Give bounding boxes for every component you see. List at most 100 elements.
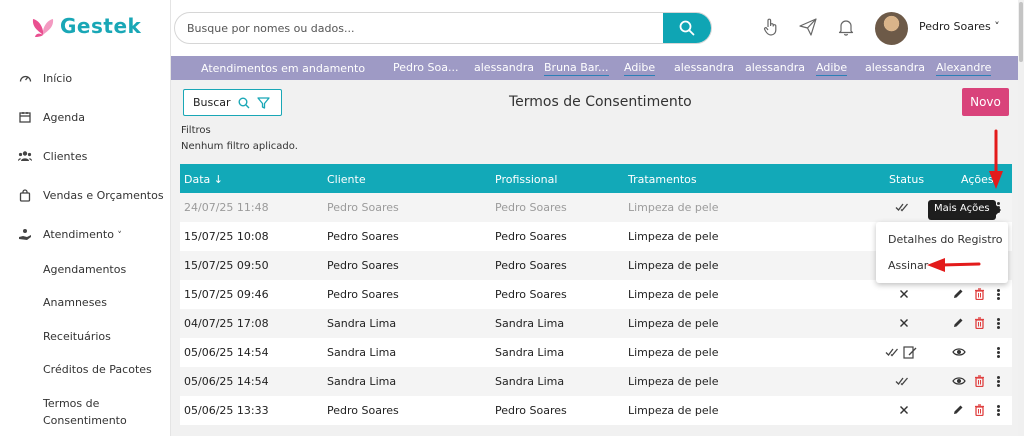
cell-treatment: Limpeza de pele xyxy=(628,230,719,243)
hand-service-icon xyxy=(18,227,32,241)
sidebar-item-atendimento[interactable]: Atendimento ˅ xyxy=(0,221,171,247)
send-icon[interactable] xyxy=(798,17,818,37)
delete-trash-icon[interactable] xyxy=(972,287,986,301)
cell-date: 15/07/25 09:50 xyxy=(184,259,269,272)
cell-professional: Sandra Lima xyxy=(495,375,565,388)
page-scrollbar[interactable] xyxy=(1018,0,1024,436)
delete-trash-icon[interactable] xyxy=(972,374,986,388)
cell-date: 24/07/25 11:48 xyxy=(184,201,269,214)
filters-label: Filtros xyxy=(181,125,211,136)
column-header-status: Status xyxy=(889,173,925,186)
cell-date: 05/06/25 14:54 xyxy=(184,346,269,359)
sidebar-item-clientes[interactable]: Clientes xyxy=(0,143,171,169)
attendance-chip[interactable]: Pedro Soa... xyxy=(393,61,458,74)
more-actions-tooltip: Mais Ações xyxy=(928,200,1001,220)
edit-pencil-icon[interactable] xyxy=(951,316,965,330)
cell-professional: Sandra Lima xyxy=(495,317,565,330)
close-icon xyxy=(896,287,912,301)
table-row[interactable]: 05/06/25 14:54 Sandra Lima Sandra Lima Limp… xyxy=(180,367,1012,396)
row-actions-menu: Detalhes do Registro Assinar xyxy=(876,222,1008,283)
search-icon xyxy=(238,97,250,108)
edit-pencil-icon[interactable] xyxy=(951,403,965,417)
table-row[interactable]: 15/07/25 09:46 Pedro Soares Pedro Soares Li… xyxy=(180,280,1012,309)
scrollbar-thumb[interactable] xyxy=(1019,2,1023,62)
sidebar-item-agenda[interactable]: Agenda xyxy=(0,104,171,130)
filter-icon xyxy=(256,96,270,109)
cell-date: 05/06/25 13:33 xyxy=(184,404,269,417)
search-button[interactable] xyxy=(663,13,711,43)
bell-icon[interactable] xyxy=(836,17,856,37)
more-actions-icon[interactable] xyxy=(994,345,1002,360)
attendance-chip[interactable]: alessandra xyxy=(865,61,925,74)
more-actions-icon[interactable] xyxy=(994,374,1002,389)
new-button[interactable]: Novo xyxy=(962,88,1009,116)
sidebar-subitem-termos-consentimento[interactable]: Termos de Consentimento xyxy=(43,395,127,429)
table-row[interactable]: 24/07/25 11:48 Pedro Soares Pedro Soares Li… xyxy=(180,193,1012,222)
top-bar: Pedro Soares ˅ xyxy=(171,0,1024,56)
search-filter-label: Buscar xyxy=(193,96,231,109)
attendance-chip[interactable]: Alexandre xyxy=(936,61,992,76)
view-icon[interactable] xyxy=(952,345,966,359)
edit-pencil-icon[interactable] xyxy=(951,287,965,301)
cell-treatment: Limpeza de pele xyxy=(628,346,719,359)
cell-professional: Pedro Soares xyxy=(495,201,567,214)
cell-date: 15/07/25 10:08 xyxy=(184,230,269,243)
logo[interactable]: Gestek xyxy=(30,13,141,39)
column-header-date[interactable]: Data ↓ xyxy=(184,173,223,186)
cell-treatment: Limpeza de pele xyxy=(628,259,719,272)
search-input[interactable] xyxy=(175,13,665,43)
sidebar-item-label: Vendas e Orçamentos xyxy=(43,188,164,202)
hand-pointer-icon[interactable] xyxy=(761,17,781,37)
cell-professional: Pedro Soares xyxy=(495,288,567,301)
avatar[interactable] xyxy=(875,12,908,45)
sidebar-subitem-anamneses[interactable]: Anamneses xyxy=(43,294,107,311)
sidebar-item-vendas[interactable]: Vendas e Orçamentos xyxy=(0,182,171,208)
sidebar-item-inicio[interactable]: Início xyxy=(0,65,171,91)
user-menu-toggle[interactable]: Pedro Soares ˅ xyxy=(919,20,1000,33)
annotation-arrow-left xyxy=(927,258,981,272)
cell-professional: Pedro Soares xyxy=(495,404,567,417)
attendance-chip[interactable]: Adibe xyxy=(624,61,656,76)
table-row[interactable]: 04/07/25 17:08 Sandra Lima Sandra Lima Limp… xyxy=(180,309,1012,338)
sidebar-subitem-creditos-pacotes[interactable]: Créditos de Pacotes xyxy=(43,361,152,378)
cell-treatment: Limpeza de pele xyxy=(628,317,719,330)
delete-trash-icon[interactable] xyxy=(972,316,986,330)
delete-trash-icon[interactable] xyxy=(972,403,986,417)
cell-treatment: Limpeza de pele xyxy=(628,201,719,214)
double-check-icon xyxy=(884,345,900,359)
cell-client: Pedro Soares xyxy=(327,259,399,272)
cell-client: Pedro Soares xyxy=(327,404,399,417)
table-row[interactable]: 05/06/25 13:33 Pedro Soares Pedro Soares Li… xyxy=(180,396,1012,425)
close-icon xyxy=(896,403,912,417)
table-header: Data ↓ Cliente Profissional Tratamentos … xyxy=(180,164,1012,193)
attendance-chip[interactable]: alessandra xyxy=(745,61,805,74)
table-row[interactable]: 05/06/25 14:54 Sandra Lima Sandra Lima Limp… xyxy=(180,338,1012,367)
sidebar-subitem-agendamentos[interactable]: Agendamentos xyxy=(43,261,126,278)
cell-treatment: Limpeza de pele xyxy=(628,404,719,417)
cell-date: 15/07/25 09:46 xyxy=(184,288,269,301)
double-check-icon xyxy=(894,200,910,214)
column-header-client: Cliente xyxy=(327,173,366,186)
attendances-in-progress-bar: Atendimentos em andamento Pedro Soa... a… xyxy=(171,56,1018,80)
view-icon[interactable] xyxy=(952,374,966,388)
calendar-icon xyxy=(18,110,32,124)
column-header-professional: Profissional xyxy=(495,173,558,186)
sidebar-subitem-label-line2: Consentimento xyxy=(43,414,127,427)
attendance-chip[interactable]: Bruna Bar... xyxy=(544,61,609,76)
attendance-chip[interactable]: Adibe xyxy=(816,61,848,76)
sidebar-subitem-receituarios[interactable]: Receituários xyxy=(43,328,111,345)
more-actions-icon[interactable] xyxy=(994,287,1002,302)
double-check-icon xyxy=(894,374,910,388)
attendances-title: Atendimentos em andamento xyxy=(201,62,366,75)
cell-client: Sandra Lima xyxy=(327,317,397,330)
search-filter-button[interactable]: Buscar xyxy=(183,89,282,116)
more-actions-icon[interactable] xyxy=(994,316,1002,331)
attendance-chip[interactable]: alessandra xyxy=(474,61,534,74)
menu-item-sign[interactable]: Assinar xyxy=(888,259,928,272)
more-actions-icon[interactable] xyxy=(994,403,1002,418)
menu-item-record-details[interactable]: Detalhes do Registro xyxy=(888,233,1003,246)
sidebar-item-label: Clientes xyxy=(43,149,88,163)
attendance-chip[interactable]: alessandra xyxy=(674,61,734,74)
cell-professional: Sandra Lima xyxy=(495,346,565,359)
cell-treatment: Limpeza de pele xyxy=(628,375,719,388)
